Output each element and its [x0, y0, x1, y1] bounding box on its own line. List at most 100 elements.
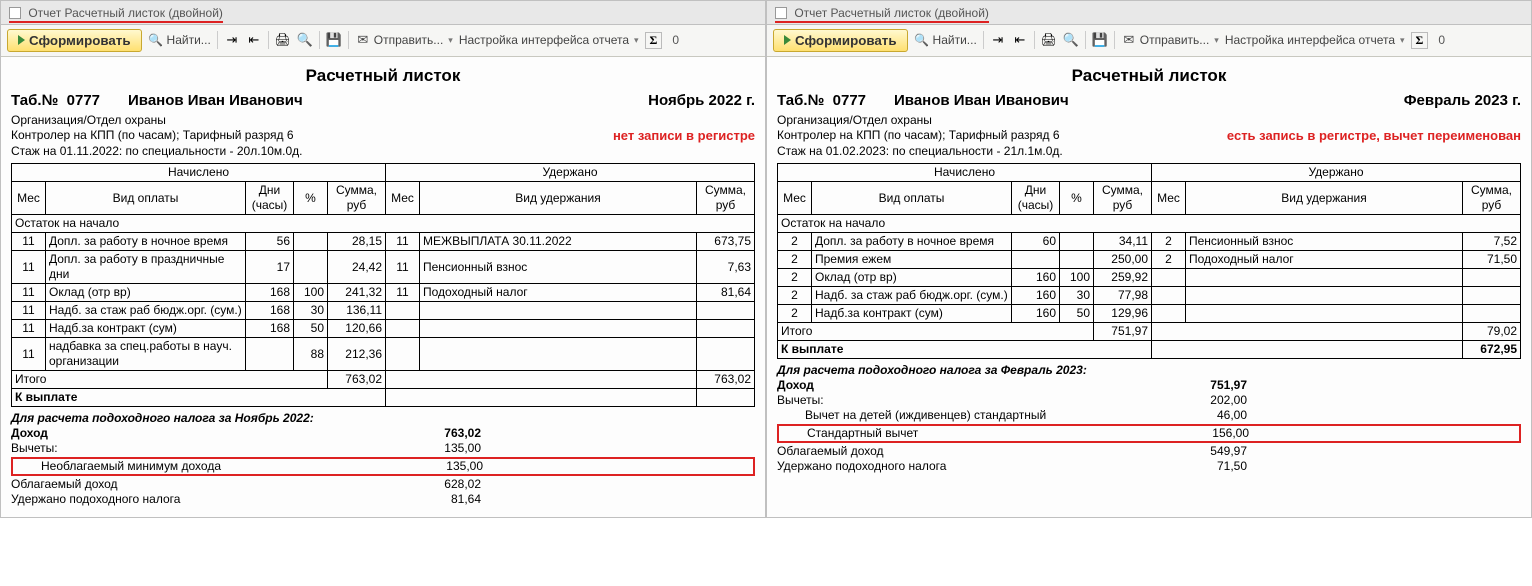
expand-tree-icon[interactable]: ⇥ [224, 32, 240, 48]
send-link[interactable]: ✉Отправить... [355, 32, 453, 48]
send-link[interactable]: ✉Отправить... [1121, 32, 1219, 48]
find-link[interactable]: Найти... [148, 32, 211, 48]
table-row: 11Надб.за контракт (сум)16850120,66 [12, 320, 755, 338]
doc-icon [9, 7, 21, 19]
col-month: Мес [12, 182, 46, 215]
settings-link[interactable]: Настройка интерфейса отчета [1225, 33, 1405, 47]
col-ded-type: Вид удержания [1186, 182, 1463, 215]
find-link[interactable]: Найти... [914, 32, 977, 48]
tab-label: Таб.№ [777, 92, 824, 109]
accrued-header: Начислено [12, 164, 386, 182]
annotation: есть запись в регистре, вычет переименов… [1227, 128, 1521, 144]
col-days: Дни (часы) [1012, 182, 1060, 215]
col-pay-type: Вид оплаты [46, 182, 246, 215]
period: Ноябрь 2022 г. [648, 92, 755, 111]
table-row: 11Допл. за работу в ночное время5628,151… [12, 233, 755, 251]
mail-icon: ✉ [355, 32, 371, 48]
payroll-table: Начислено Удержано Мес Вид оплаты Дни (ч… [11, 163, 755, 407]
header-row: Таб.№ 0777 Иванов Иван Иванович Февраль … [777, 92, 1521, 111]
withheld-header: Удержано [1152, 164, 1521, 182]
stazh-line: Стаж на 01.11.2022: по специальности - 2… [11, 144, 755, 159]
save-icon[interactable]: 💾 [1092, 32, 1108, 48]
row-start-balance: Остаток на начало [778, 215, 1521, 233]
doc-title: Расчетный листок [777, 65, 1521, 86]
sigma-button[interactable]: Σ [1411, 32, 1429, 49]
table-row: 11Оклад (отр вр)168100241,3211Подоходный… [12, 284, 755, 302]
position-line: Контролер на КПП (по часам); Тарифный ра… [777, 128, 1060, 144]
generate-label: Сформировать [795, 33, 897, 48]
tax-withheld-value: 71,50 [1157, 459, 1247, 474]
save-icon[interactable]: 💾 [326, 32, 342, 48]
document-content: Расчетный листок Таб.№ 0777 Иванов Иван … [767, 57, 1531, 484]
sigma-button[interactable]: Σ [645, 32, 663, 49]
table-row: 2Надб.за контракт (сум)16050129,96 [778, 305, 1521, 323]
tax-title: Для расчета подоходного налога за Ноябрь… [11, 411, 755, 426]
play-icon [18, 35, 25, 45]
print-icon[interactable]: 🖨 [1041, 32, 1057, 48]
preview-icon[interactable]: 🔍 [297, 32, 313, 48]
generate-label: Сформировать [29, 33, 131, 48]
tax-std-label: Стандартный вычет [779, 426, 1159, 441]
row-payout: К выплате [12, 389, 755, 407]
generate-button[interactable]: Сформировать [773, 29, 908, 52]
table-row: 2Премия ежем250,002Подоходный налог71,50 [778, 251, 1521, 269]
accrued-header: Начислено [778, 164, 1152, 182]
tax-child-label: Вычет на детей (иждивенцев) стандартный [777, 408, 1157, 423]
tab-num: 0777 [67, 92, 100, 109]
preview-icon[interactable]: 🔍 [1063, 32, 1079, 48]
row-total: Итого751,9779,02 [778, 323, 1521, 341]
col-days: Дни (часы) [246, 182, 294, 215]
tax-block: Для расчета подоходного налога за Феврал… [777, 363, 1521, 474]
tax-taxable-value: 628,02 [391, 477, 481, 492]
toolbar: Сформировать Найти... ⇥ ⇤ 🖨 🔍 💾 ✉Отправи… [767, 25, 1531, 57]
tab-label: Таб.№ [11, 92, 58, 109]
generate-button[interactable]: Сформировать [7, 29, 142, 52]
mail-icon: ✉ [1121, 32, 1137, 48]
title-red-underline [9, 21, 223, 23]
tax-child-value: 46,00 [1157, 408, 1247, 423]
separator [319, 31, 320, 49]
doc-title: Расчетный листок [11, 65, 755, 86]
table-row: 2Оклад (отр вр)160100259,92 [778, 269, 1521, 287]
col-ded-type: Вид удержания [420, 182, 697, 215]
col-pay-type: Вид оплаты [812, 182, 1012, 215]
row-payout: К выплате672,95 [778, 341, 1521, 359]
period: Февраль 2023 г. [1404, 92, 1521, 111]
left-pane: Отчет Расчетный листок (двойной) Сформир… [0, 0, 766, 518]
tax-taxable-label: Облагаемый доход [11, 477, 391, 492]
settings-link[interactable]: Настройка интерфейса отчета [459, 33, 639, 47]
tax-title: Для расчета подоходного налога за Феврал… [777, 363, 1521, 378]
title-bar: Отчет Расчетный листок (двойной) [1, 1, 765, 25]
result-count: 0 [1438, 33, 1445, 47]
table-row: 11Надб. за стаж раб бюдж.орг. (сум.)1683… [12, 302, 755, 320]
tab-num: 0777 [833, 92, 866, 109]
print-icon[interactable]: 🖨 [275, 32, 291, 48]
separator [1034, 31, 1035, 49]
col-ded-month: Мес [1152, 182, 1186, 215]
tax-min-label: Необлагаемый минимум дохода [13, 459, 393, 474]
tax-ded-value: 202,00 [1157, 393, 1247, 408]
expand-tree-icon[interactable]: ⇥ [990, 32, 1006, 48]
header-row: Таб.№ 0777 Иванов Иван Иванович Ноябрь 2… [11, 92, 755, 111]
tax-std-value: 156,00 [1159, 426, 1249, 441]
row-start-balance: Остаток на начало [12, 215, 755, 233]
collapse-tree-icon[interactable]: ⇤ [1012, 32, 1028, 48]
tax-taxable-value: 549,97 [1157, 444, 1247, 459]
collapse-tree-icon[interactable]: ⇤ [246, 32, 262, 48]
stazh-line: Стаж на 01.02.2023: по специальности - 2… [777, 144, 1521, 159]
org-line: Организация/Отдел охраны [11, 113, 755, 128]
org-line: Организация/Отдел охраны [777, 113, 1521, 128]
col-sum: Сумма, руб [1094, 182, 1152, 215]
tax-income-value: 751,97 [1157, 378, 1247, 393]
col-month: Мес [778, 182, 812, 215]
tax-income-label: Доход [777, 378, 1157, 393]
toolbar: Сформировать Найти... ⇥ ⇤ 🖨 🔍 💾 ✉Отправи… [1, 25, 765, 57]
title-bar: Отчет Расчетный листок (двойной) [767, 1, 1531, 25]
table-row: 2Допл. за работу в ночное время6034,112П… [778, 233, 1521, 251]
separator [348, 31, 349, 49]
col-ded-sum: Сумма, руб [1463, 182, 1521, 215]
table-row: 11Допл. за работу в праздничные дни1724,… [12, 251, 755, 284]
separator [217, 31, 218, 49]
tax-withheld-label: Удержано подоходного налога [777, 459, 1157, 474]
employee-name: Иванов Иван Иванович [128, 92, 303, 111]
